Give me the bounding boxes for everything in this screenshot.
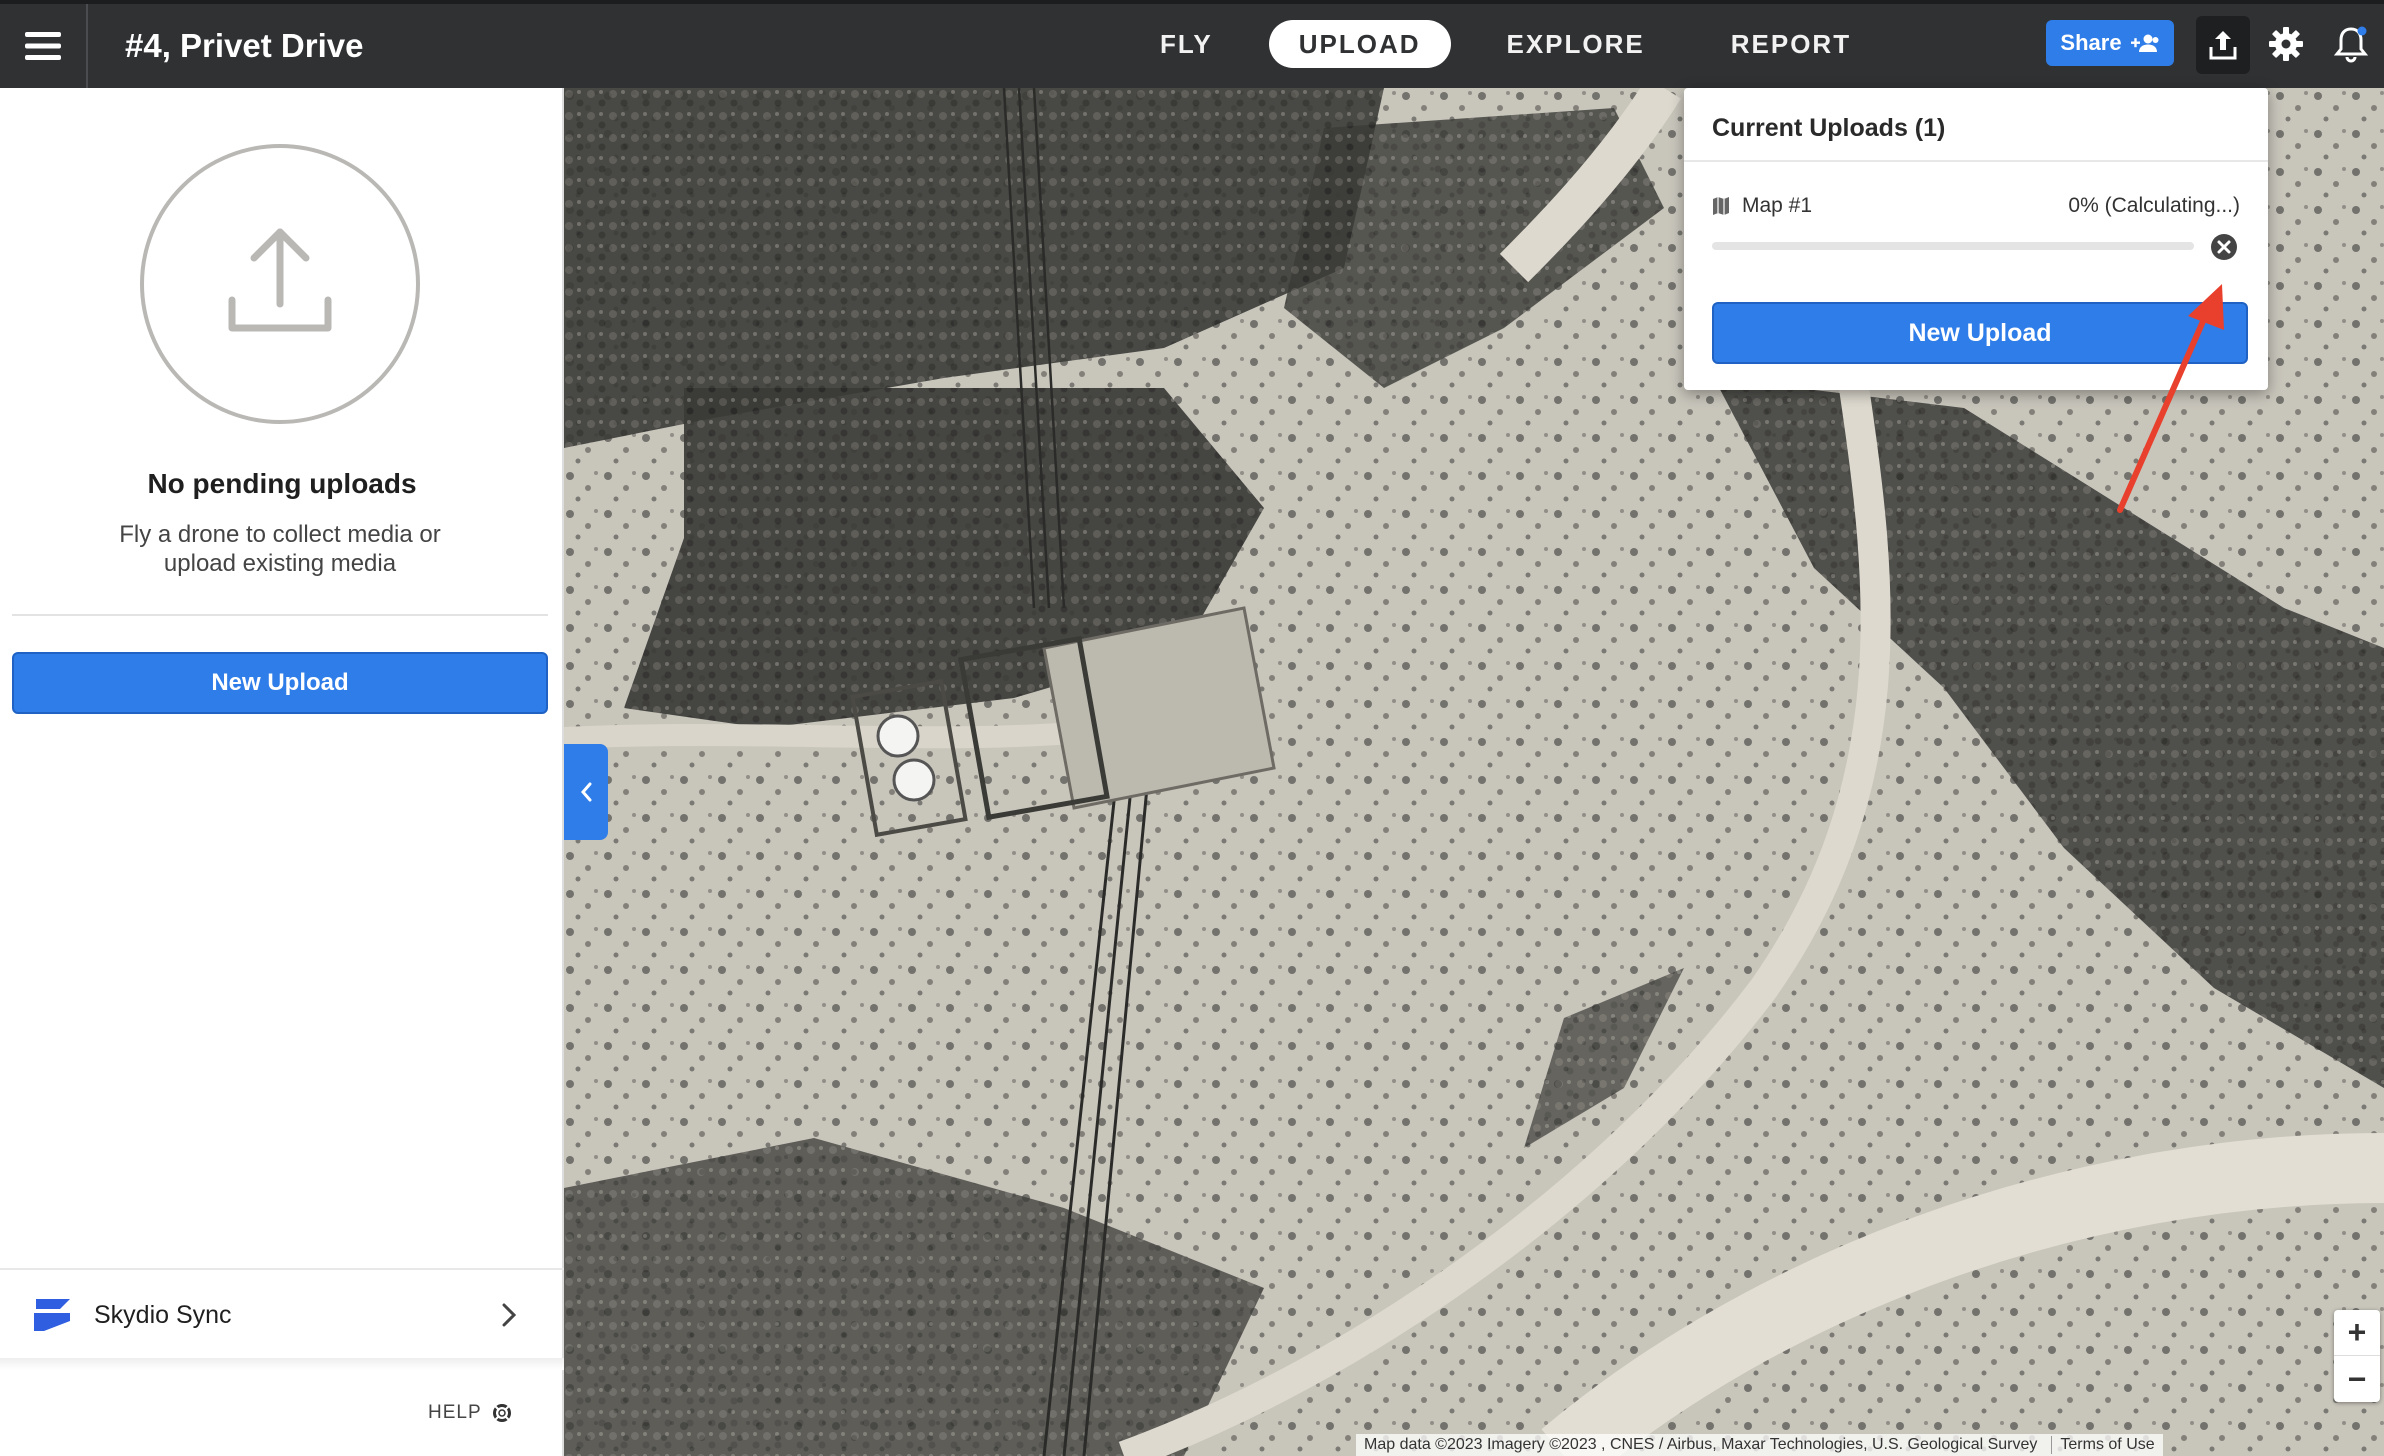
- nav-tab-explore[interactable]: EXPLORE: [1477, 20, 1675, 68]
- empty-state-title: No pending uploads: [147, 468, 417, 499]
- chevron-right-icon: [502, 1303, 517, 1327]
- nav-tab-fly[interactable]: FLY: [1130, 20, 1243, 68]
- zoom-in-button[interactable]: +: [2334, 1310, 2380, 1356]
- share-button[interactable]: Share: [2046, 20, 2174, 66]
- terms-of-use-link[interactable]: Terms of Use: [2051, 1436, 2155, 1454]
- chevron-left-icon: [581, 782, 592, 802]
- share-button-label: Share: [2060, 30, 2122, 55]
- upload-sidebar: No pending uploads Fly a drone to collec…: [0, 88, 564, 1456]
- empty-state-illustration: [140, 144, 420, 424]
- bell-icon[interactable]: [2333, 24, 2369, 64]
- zoom-controls: + −: [2334, 1310, 2380, 1402]
- skydio-sync-row[interactable]: Skydio Sync: [0, 1270, 564, 1360]
- uploads-button[interactable]: [2196, 16, 2250, 74]
- cancel-upload-icon[interactable]: [2210, 233, 2238, 261]
- share-users-icon: [2130, 34, 2159, 52]
- attribution-text: Map data ©2023 Imagery ©2023 , CNES / Ai…: [1364, 1436, 2038, 1453]
- upload-icon: [2209, 31, 2237, 60]
- section-shadow: [0, 1358, 564, 1370]
- skydio-logo-icon: [34, 1299, 70, 1331]
- top-bar: #4, Privet Drive FLY UPLOAD EXPLORE REPO…: [0, 0, 2384, 88]
- nav-tab-upload[interactable]: UPLOAD: [1268, 20, 1451, 68]
- upload-progress-bar: [1712, 242, 2194, 250]
- gear-icon[interactable]: [2268, 26, 2304, 62]
- empty-state-description: Fly a drone to collect media or upload e…: [119, 521, 441, 577]
- collapse-sidebar-button[interactable]: [564, 744, 608, 840]
- map-icon: [1713, 197, 1729, 215]
- skydio-sync-label: Skydio Sync: [94, 1300, 232, 1329]
- main-nav: FLY UPLOAD EXPLORE REPORT: [1130, 20, 1907, 68]
- help-label: HELP: [428, 1402, 482, 1423]
- nav-tab-report[interactable]: REPORT: [1701, 20, 1881, 68]
- upload-item-name: Map #1: [1712, 194, 1812, 218]
- new-upload-button[interactable]: New Upload: [12, 652, 548, 714]
- zoom-out-button[interactable]: −: [2334, 1356, 2380, 1402]
- main-menu-button[interactable]: [0, 4, 88, 88]
- upload-item-label: Map #1: [1742, 194, 1813, 217]
- lifebuoy-icon: [492, 1404, 511, 1422]
- divider: [1684, 160, 2268, 162]
- help-link[interactable]: HELP: [428, 1402, 512, 1424]
- annotation-arrow-icon: [2117, 284, 2224, 513]
- upload-item-status: 0% (Calculating...): [2068, 194, 2240, 217]
- divider: [12, 614, 548, 616]
- hamburger-menu-icon: [25, 32, 61, 60]
- upload-icon: [228, 228, 332, 332]
- site-title: #4, Privet Drive: [125, 27, 364, 64]
- popup-title: Current Uploads (1): [1712, 114, 1946, 142]
- map-attribution: Map data ©2023 Imagery ©2023 , CNES / Ai…: [1356, 1434, 2163, 1456]
